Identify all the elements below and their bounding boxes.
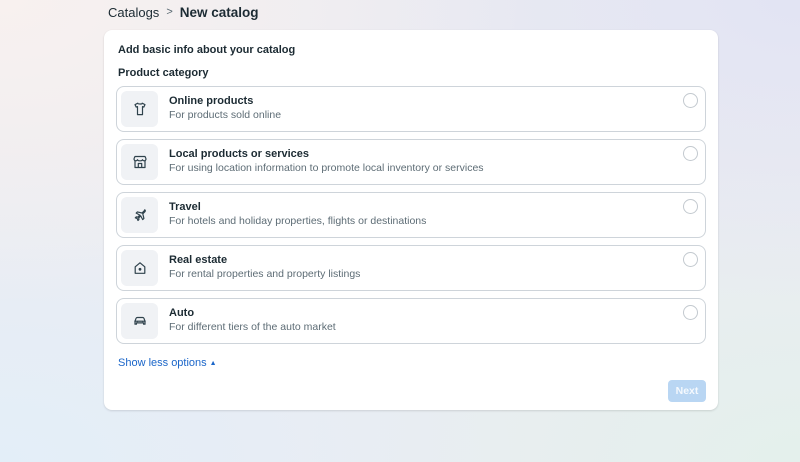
option-title: Local products or services: [169, 147, 675, 161]
option-text: Local products or services For using loc…: [169, 147, 675, 175]
breadcrumb-current-page: New catalog: [180, 5, 259, 20]
card-heading: Add basic info about your catalog: [118, 44, 706, 56]
option-description: For different tiers of the auto market: [169, 321, 675, 334]
option-online-products[interactable]: Online products For products sold online: [116, 86, 706, 132]
option-text: Travel For hotels and holiday properties…: [169, 200, 675, 228]
radio-auto[interactable]: [683, 305, 698, 320]
option-text: Real estate For rental properties and pr…: [169, 253, 675, 281]
radio-travel[interactable]: [683, 199, 698, 214]
option-title: Auto: [169, 306, 675, 320]
option-description: For using location information to promot…: [169, 162, 675, 175]
storefront-icon: [121, 144, 158, 180]
option-local-products-or-services[interactable]: Local products or services For using loc…: [116, 139, 706, 185]
show-less-options-link[interactable]: Show less options ▲: [118, 357, 217, 369]
option-text: Online products For products sold online: [169, 94, 675, 122]
tshirt-icon: [121, 91, 158, 127]
option-description: For products sold online: [169, 109, 675, 122]
radio-local-products-or-services[interactable]: [683, 146, 698, 161]
catalog-info-card: Add basic info about your catalog Produc…: [104, 30, 718, 410]
option-description: For hotels and holiday properties, fligh…: [169, 215, 675, 228]
next-button[interactable]: Next: [668, 380, 706, 402]
option-text: Auto For different tiers of the auto mar…: [169, 306, 675, 334]
new-catalog-page: Catalogs > New catalog Add basic info ab…: [0, 0, 800, 462]
option-description: For rental properties and property listi…: [169, 268, 675, 281]
option-travel[interactable]: Travel For hotels and holiday properties…: [116, 192, 706, 238]
radio-online-products[interactable]: [683, 93, 698, 108]
caret-up-icon: ▲: [210, 360, 217, 368]
breadcrumb: Catalogs > New catalog: [108, 5, 259, 20]
option-title: Real estate: [169, 253, 675, 267]
chevron-right-icon: >: [166, 6, 172, 19]
radio-real-estate[interactable]: [683, 252, 698, 267]
product-category-label: Product category: [118, 67, 706, 79]
option-title: Travel: [169, 200, 675, 214]
option-title: Online products: [169, 94, 675, 108]
show-less-options-label: Show less options: [118, 357, 207, 369]
house-icon: [121, 250, 158, 286]
airplane-icon: [121, 197, 158, 233]
option-auto[interactable]: Auto For different tiers of the auto mar…: [116, 298, 706, 344]
breadcrumb-catalogs-link[interactable]: Catalogs: [108, 5, 159, 20]
car-icon: [121, 303, 158, 339]
option-real-estate[interactable]: Real estate For rental properties and pr…: [116, 245, 706, 291]
